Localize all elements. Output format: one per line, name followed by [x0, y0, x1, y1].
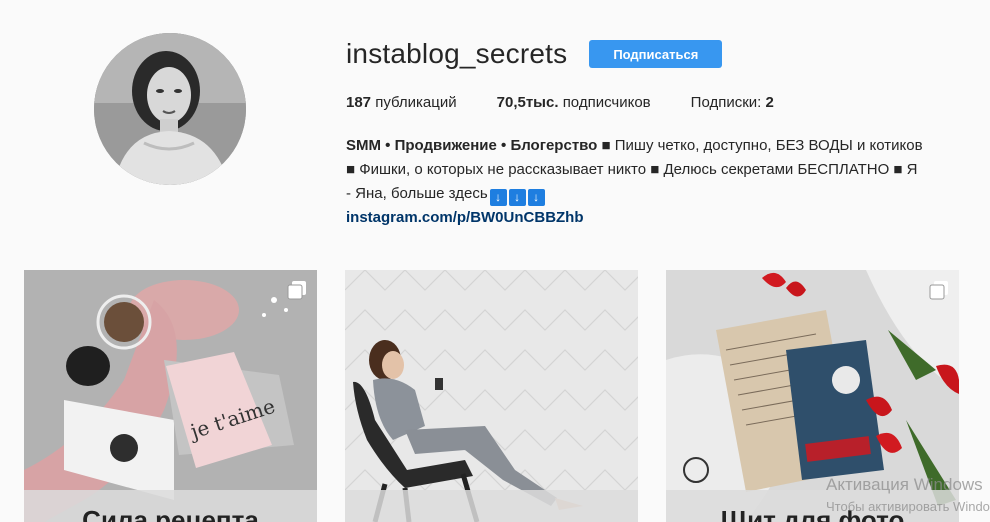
bio-line-1: ■ Пишу четко, доступно, БЕЗ ВОДЫ и котик…: [597, 137, 923, 154]
post-tile[interactable]: [345, 270, 638, 522]
down-arrow-icon: ↓: [489, 189, 507, 206]
posts-stat: 187 публикаций: [346, 94, 457, 111]
post-image-portrait: [345, 270, 638, 522]
following-count: 2: [765, 94, 774, 111]
followers-count: 70,5тыс.: [496, 94, 559, 111]
down-arrow-icon: ↓: [527, 189, 545, 206]
followers-stat[interactable]: 70,5тыс. подписчиков: [497, 94, 651, 111]
multiple-images-icon: [929, 281, 948, 300]
followers-label: подписчиков: [562, 94, 651, 111]
follow-button[interactable]: Подписаться: [589, 40, 723, 68]
profile-stats: 187 публикаций 70,5тыс. подписчиков Подп…: [346, 94, 976, 111]
following-stat[interactable]: Подписки: 2: [691, 94, 774, 111]
posts-label: публикаций: [375, 94, 457, 111]
post-tile[interactable]: je t'aime Сила рецепта: [24, 270, 317, 522]
post-caption-band: [345, 490, 638, 522]
bio-link[interactable]: instagram.com/p/BW0UnCBBZhb: [346, 206, 966, 230]
bio-line-2: ■ Фишки, о которых не рассказывает никто…: [346, 161, 918, 178]
windows-activation-watermark: Активация Windows Чтобы активировать Win…: [826, 474, 990, 518]
watermark-line-2: Чтобы активировать Windows: [826, 499, 990, 514]
bio-line-3: - Яна, больше здесь: [346, 185, 488, 202]
watermark-line-1: Активация Windows: [826, 475, 983, 494]
multiple-images-icon: [287, 281, 306, 300]
profile-info: instablog_secrets Подписаться 187 публик…: [346, 38, 976, 230]
profile-bio: SMM • Продвижение • Блогерство ■ Пишу че…: [346, 134, 966, 230]
profile-photo: [94, 33, 246, 185]
bio-title: SMM • Продвижение • Блогерство: [346, 137, 598, 154]
following-label: Подписки:: [690, 94, 762, 111]
profile-avatar[interactable]: [94, 33, 246, 185]
posts-count: 187: [346, 94, 372, 111]
down-arrow-icon: ↓: [508, 189, 526, 206]
post-image-flatlay: je t'aime: [24, 270, 317, 522]
post-caption: Сила рецепта: [82, 505, 259, 522]
username: instablog_secrets: [346, 38, 568, 69]
profile-header: instablog_secrets Подписаться: [346, 38, 976, 70]
